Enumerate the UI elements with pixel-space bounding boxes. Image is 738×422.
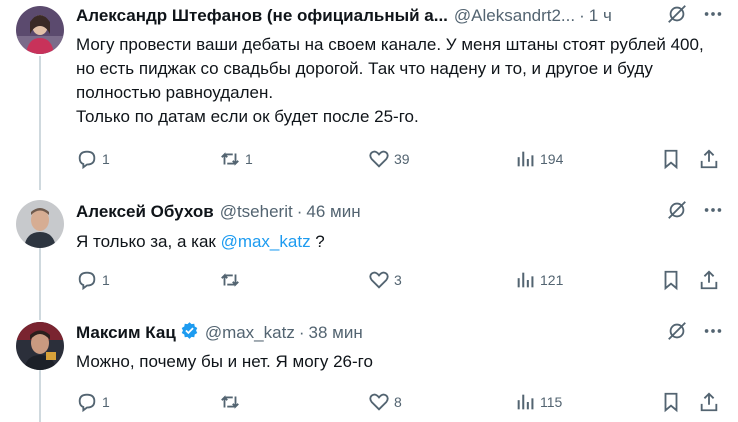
like-button[interactable]: 3 xyxy=(368,268,402,292)
action-bar: 1 8 115 xyxy=(66,390,724,414)
thread-line xyxy=(39,370,41,422)
views-count: 121 xyxy=(540,272,564,288)
reply-count: 1 xyxy=(102,151,110,167)
author-handle[interactable]: @max_katz xyxy=(205,323,295,343)
action-bar: 1 3 121 xyxy=(66,268,724,292)
views-button[interactable]: 121 xyxy=(514,268,563,292)
author-handle[interactable]: @Aleksandrt2... xyxy=(454,6,575,26)
tweet-text-part: Я только за, а как xyxy=(76,232,221,251)
like-button[interactable]: 8 xyxy=(368,390,402,414)
avatar[interactable] xyxy=(16,200,64,248)
tweet-text-paragraph: Могу провести ваши дебаты на своем канал… xyxy=(76,35,704,102)
separator: · xyxy=(579,6,585,25)
author-handle[interactable]: @tseherit xyxy=(220,202,293,222)
bookmark-button[interactable] xyxy=(660,268,682,292)
timestamp[interactable]: 38 мин xyxy=(309,323,363,343)
header-icons xyxy=(660,5,724,27)
views-icon xyxy=(517,272,534,288)
share-button[interactable] xyxy=(698,390,720,414)
tweet-header: Алексей Обухов @tseherit · 46 мин xyxy=(76,201,724,223)
author-name[interactable]: Алексей Обухов xyxy=(76,202,214,222)
like-icon xyxy=(369,271,389,289)
tweet-header: Александр Штефанов (не официальный а... … xyxy=(76,5,724,27)
tweet-3[interactable]: Максим Кац @max_katz · 38 мин Можно, поч… xyxy=(0,312,738,422)
views-button[interactable]: 115 xyxy=(514,390,562,414)
like-button[interactable]: 39 xyxy=(368,147,410,171)
retweet-icon xyxy=(221,152,239,166)
retweet-count: 1 xyxy=(245,151,253,167)
share-icon xyxy=(700,270,718,290)
like-count: 8 xyxy=(394,394,402,410)
bookmark-icon xyxy=(664,149,678,170)
retweet-button[interactable] xyxy=(219,268,245,292)
share-button[interactable] xyxy=(698,147,720,171)
reply-button[interactable]: 1 xyxy=(76,390,110,414)
separator: · xyxy=(296,202,303,221)
views-button[interactable]: 194 xyxy=(514,147,563,171)
views-icon xyxy=(517,394,534,410)
author-name[interactable]: Александр Штефанов (не официальный а... xyxy=(76,6,448,26)
like-count: 39 xyxy=(394,151,410,167)
more-icon[interactable] xyxy=(702,322,724,344)
reply-button[interactable]: 1 xyxy=(76,147,110,171)
timestamp[interactable]: 1 ч xyxy=(589,6,612,26)
share-icon xyxy=(700,392,718,412)
avatar[interactable] xyxy=(16,6,64,54)
reply-count: 1 xyxy=(102,272,110,288)
tweet-text: Я только за, а как @max_katz ? xyxy=(76,230,710,254)
like-icon xyxy=(369,150,389,168)
grok-icon[interactable] xyxy=(666,5,688,27)
retweet-button[interactable]: 1 xyxy=(219,147,253,171)
verified-badge-icon xyxy=(180,322,199,344)
grok-icon[interactable] xyxy=(666,322,688,344)
reply-count: 1 xyxy=(102,394,110,410)
retweet-button[interactable] xyxy=(219,390,245,414)
like-icon xyxy=(369,393,389,411)
like-count: 3 xyxy=(394,272,402,288)
reply-icon xyxy=(78,393,96,413)
bookmark-icon xyxy=(664,392,678,413)
tweet-text-paragraph: Только по датам если ок будет после 25-г… xyxy=(76,107,419,126)
tweet-text-part: ? xyxy=(310,232,325,251)
separator: · xyxy=(298,323,305,342)
more-icon[interactable] xyxy=(702,5,724,27)
tweet-header: Максим Кац @max_katz · 38 мин xyxy=(76,322,724,344)
header-icons xyxy=(660,322,724,344)
tweet-text: Можно, почему бы и нет. Я могу 26-го xyxy=(76,350,710,374)
mention-link[interactable]: @max_katz xyxy=(221,232,311,251)
reply-icon xyxy=(78,271,96,291)
action-bar: 1 1 39 194 xyxy=(66,147,724,171)
bookmark-icon xyxy=(664,270,678,291)
reply-button[interactable]: 1 xyxy=(76,268,110,292)
bookmark-button[interactable] xyxy=(660,147,682,171)
header-icons xyxy=(660,201,724,223)
retweet-icon xyxy=(221,273,239,287)
views-icon xyxy=(517,151,534,167)
more-icon[interactable] xyxy=(702,201,724,223)
grok-icon[interactable] xyxy=(666,201,688,223)
author-name[interactable]: Максим Кац xyxy=(76,323,176,343)
retweet-icon xyxy=(221,395,239,409)
tweet-2[interactable]: Алексей Обухов @tseherit · 46 мин Я толь… xyxy=(0,190,738,320)
thread-line xyxy=(39,248,41,320)
avatar[interactable] xyxy=(16,322,64,370)
views-count: 115 xyxy=(540,394,563,410)
tweet-1[interactable]: Александр Штефанов (не официальный а... … xyxy=(0,0,738,190)
reply-icon xyxy=(78,150,96,170)
timestamp[interactable]: 46 мин xyxy=(306,202,360,222)
thread-line xyxy=(39,56,41,190)
views-count: 194 xyxy=(540,151,564,167)
share-icon xyxy=(700,149,718,169)
bookmark-button[interactable] xyxy=(660,390,682,414)
share-button[interactable] xyxy=(698,268,720,292)
tweet-text: Могу провести ваши дебаты на своем канал… xyxy=(76,33,710,129)
tweet-text-part: Можно, почему бы и нет. Я могу 26-го xyxy=(76,352,373,371)
